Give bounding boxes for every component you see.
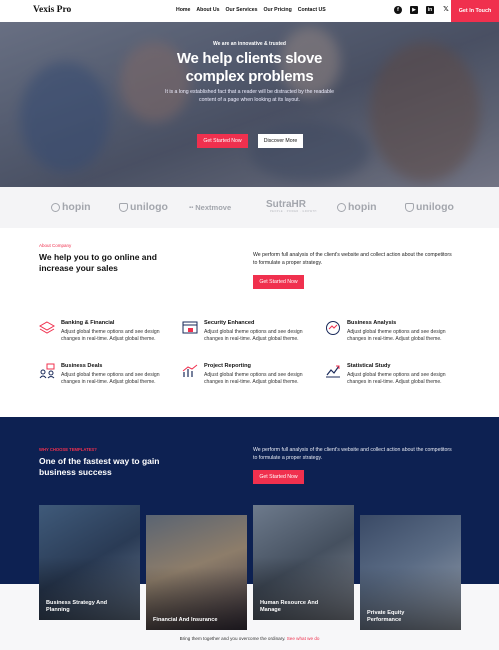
partner-logo-hopin: hopin — [337, 201, 377, 213]
service-business-analysis: Business Analysis Adjust global theme op… — [325, 320, 455, 350]
card-shade — [146, 515, 247, 630]
nav-home[interactable]: Home — [176, 7, 190, 13]
why-label: WHY CHOOSE TEMPLATES? — [39, 447, 97, 452]
handshake-deal-icon — [39, 363, 55, 379]
partner-logo-hopin: hopin — [51, 201, 91, 213]
partner-logo-text: SutraHR — [266, 199, 307, 210]
partner-logo-text: unilogo — [130, 201, 168, 213]
service-description: Adjust global theme options and see desi… — [347, 329, 446, 343]
hero-get-started-button[interactable]: Get Started Now — [197, 134, 248, 148]
why-description: We perform full analysis of the client's… — [253, 447, 452, 461]
hero-description: It is a long established fact that a rea… — [165, 89, 334, 103]
see-what-we-do-link[interactable]: See what we do — [287, 636, 320, 641]
partner-logo-unilogo: unilogo — [405, 201, 454, 213]
layers-icon — [39, 321, 55, 334]
partner-logo-sutrahr: SutraHR — [266, 199, 306, 210]
service-title: Banking & Financial — [61, 320, 115, 326]
service-banking-financial: Banking & Financial Adjust global theme … — [39, 320, 169, 350]
partner-logo-nextmove: ▪▪ Nextmove — [189, 203, 231, 212]
site-header: Vexis Pro Home About Us Our Services Our… — [0, 0, 499, 22]
nav-contact-us[interactable]: Contact US — [298, 7, 326, 13]
service-description: Adjust global theme options and see desi… — [61, 372, 160, 386]
service-title: Statistical Study — [347, 363, 391, 369]
service-description: Adjust global theme options and see desi… — [61, 329, 160, 343]
hopin-mark-icon — [337, 202, 346, 212]
youtube-icon[interactable]: ▶ — [410, 6, 418, 14]
x-icon[interactable]: 𝕏 — [442, 6, 450, 14]
nav-our-services[interactable]: Our Services — [225, 7, 257, 13]
globe-analysis-icon — [326, 321, 340, 335]
why-title: One of the fastest way to gain business … — [39, 456, 160, 477]
card-business-strategy[interactable]: Business Strategy And Planning — [39, 505, 140, 620]
hero-title-line: complex problems — [185, 68, 314, 85]
card-title: Private Equity Performance — [367, 610, 405, 623]
partner-logo-text: hopin — [62, 201, 91, 213]
sutrahr-tagline: PEOPLE · POWER · GROWTH — [270, 210, 317, 213]
trend-chart-icon — [326, 365, 340, 378]
hopin-mark-icon — [51, 202, 60, 212]
card-financial-insurance[interactable]: Financial And Insurance — [146, 515, 247, 630]
facebook-icon[interactable]: f — [394, 6, 402, 14]
service-business-deals: Business Deals Adjust global theme optio… — [39, 363, 169, 393]
unilogo-mark-icon — [119, 202, 128, 212]
about-description: We perform full analysis of the client's… — [253, 252, 452, 266]
card-title: Human Resource And Manage — [260, 600, 319, 613]
hero-title: We help clients slove complex problems — [0, 50, 499, 86]
nextmove-mark-icon: ▪▪ — [189, 204, 194, 211]
service-project-reporting: Project Reporting Adjust global theme op… — [182, 363, 312, 393]
service-title: Project Reporting — [204, 363, 251, 369]
get-in-touch-button[interactable]: Get In Touch — [451, 0, 499, 22]
partner-logo-text: hopin — [348, 201, 377, 213]
site-logo[interactable]: Vexis Pro — [33, 5, 71, 15]
linkedin-icon[interactable]: in — [426, 6, 434, 14]
service-title: Security Enhanced — [204, 320, 255, 326]
service-statistical-study: Statistical Study Adjust global theme op… — [325, 363, 455, 393]
service-title: Business Deals — [61, 363, 103, 369]
service-description: Adjust global theme options and see desi… — [204, 372, 303, 386]
card-title: Business Strategy And Planning — [46, 600, 108, 613]
main-nav: Home About Us Our Services Our Pricing C… — [176, 7, 326, 13]
hero-title-line: We help clients slove — [176, 50, 323, 67]
hero-discover-more-button[interactable]: Discover More — [258, 134, 303, 148]
unilogo-mark-icon — [405, 202, 414, 212]
hero-subtitle: We are an innovative & trusted — [213, 41, 286, 47]
about-get-started-button[interactable]: Get Started Now — [253, 275, 304, 289]
why-get-started-button[interactable]: Get Started Now — [253, 470, 304, 484]
partner-logo-unilogo: unilogo — [119, 201, 168, 213]
about-label: About Company — [39, 243, 72, 248]
service-title: Business Analysis — [347, 320, 397, 326]
nav-our-pricing[interactable]: Our Pricing — [264, 7, 292, 13]
partner-logo-text: unilogo — [416, 201, 454, 213]
card-private-equity[interactable]: Private Equity Performance — [360, 515, 461, 630]
partner-logo-text: Nextmove — [195, 203, 232, 212]
card-title: Financial And Insurance — [153, 617, 218, 623]
footer-note: Bring them together and you overcome the… — [0, 636, 499, 641]
nav-about-us[interactable]: About Us — [196, 7, 219, 13]
browser-lock-icon — [182, 321, 198, 334]
bar-chart-icon — [182, 364, 198, 377]
footer-text: Bring them together and you overcome the… — [179, 636, 286, 641]
card-human-resource[interactable]: Human Resource And Manage — [253, 505, 354, 620]
service-description: Adjust global theme options and see desi… — [204, 329, 303, 343]
about-title: We help you to go online and increase yo… — [39, 252, 157, 273]
social-links: f ▶ in 𝕏 — [394, 6, 450, 14]
service-description: Adjust global theme options and see desi… — [347, 372, 446, 386]
service-security-enhanced: Security Enhanced Adjust global theme op… — [182, 320, 312, 350]
